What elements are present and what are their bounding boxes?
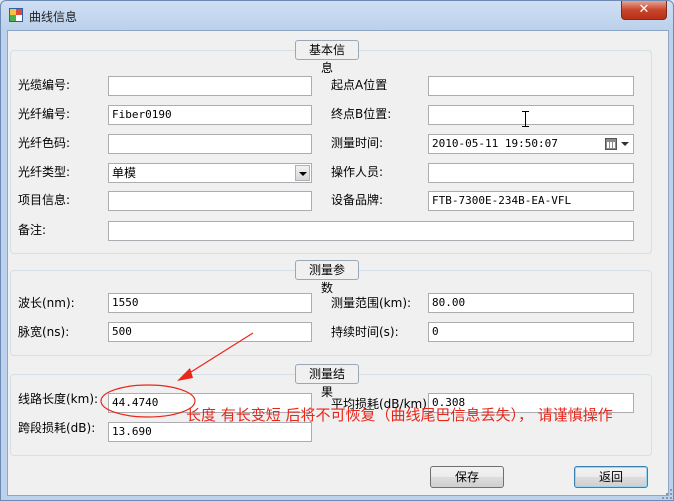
arrow-head-icon: [177, 368, 193, 381]
warning-note: 长度 有长变短 后将不可恢复（曲线尾巴信息丢失）， 请谨慎操作: [186, 406, 613, 424]
resize-grip-icon[interactable]: [662, 489, 672, 499]
annotation-arrow-line: [182, 332, 254, 378]
back-button[interactable]: 返回: [574, 466, 648, 488]
highlight-ellipse: [100, 384, 196, 418]
save-button[interactable]: 保存: [430, 466, 504, 488]
annotation-overlay: [100, 332, 254, 418]
